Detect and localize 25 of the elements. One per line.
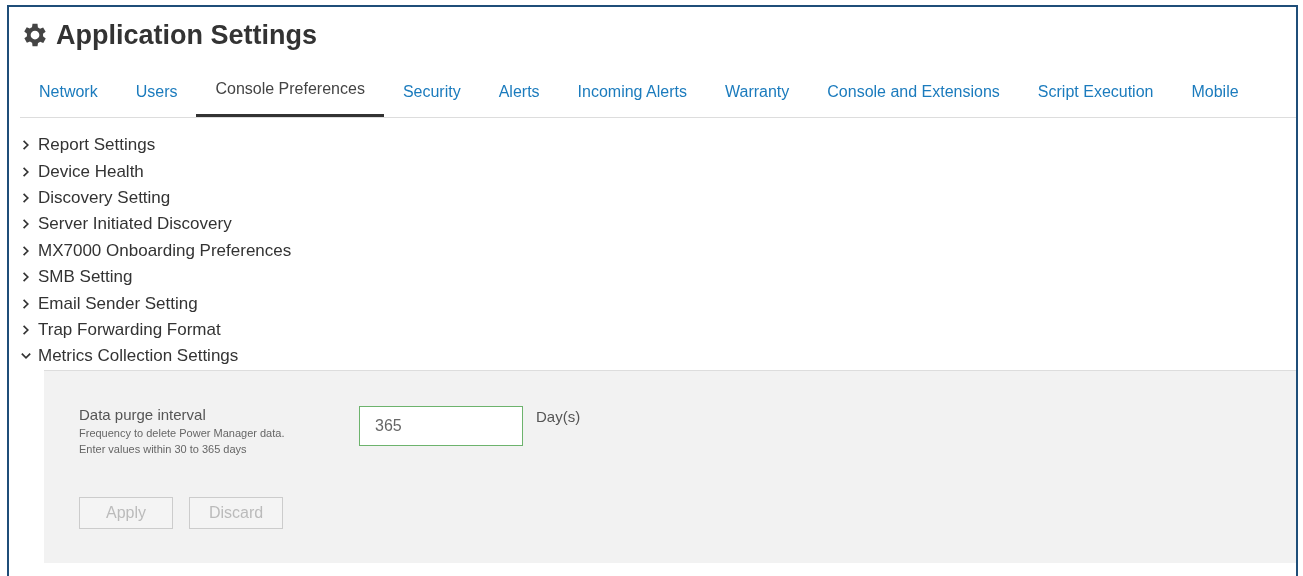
section-header[interactable]: Trap Forwarding Format: [20, 316, 1296, 344]
help-text: Enter values within 30 to 365 days: [79, 442, 248, 455]
section-header[interactable]: Email Sender Setting: [20, 290, 1296, 317]
section-header[interactable]: Device Health: [20, 158, 1296, 185]
tab[interactable]: Script Execution: [1018, 63, 1173, 117]
tab[interactable]: Mobile: [1172, 63, 1258, 117]
input-field[interactable]: 365: [359, 405, 523, 446]
page-title: Application Settings: [56, 19, 317, 51]
tab[interactable]: Incoming Alerts: [558, 63, 706, 117]
section-header[interactable]: Server Initiated Discovery: [20, 211, 1296, 238]
tab[interactable]: Network: [20, 63, 117, 117]
tab[interactable]: Console Preferences: [196, 63, 384, 117]
section-header[interactable]: MX7000 Onboarding Preferences: [20, 237, 1296, 264]
tab[interactable]: Alerts: [479, 63, 559, 117]
tab[interactable]: Users: [116, 63, 197, 117]
section-header[interactable]: Metrics Collection Settings: [20, 343, 1296, 370]
field-label: Data purge interval: [79, 405, 207, 423]
section-header[interactable]: SMB Setting: [20, 263, 1296, 291]
unit-label: Day(s): [536, 407, 581, 425]
help-text: Frequency to delete Power Manager data.: [79, 426, 286, 439]
tab[interactable]: Warranty: [706, 63, 809, 117]
section-header[interactable]: Discovery Setting: [20, 184, 1296, 212]
tab[interactable]: Console and Extensions: [808, 63, 1019, 117]
section-header[interactable]: Report Settings: [20, 132, 1296, 159]
tab[interactable]: Security: [383, 63, 480, 117]
